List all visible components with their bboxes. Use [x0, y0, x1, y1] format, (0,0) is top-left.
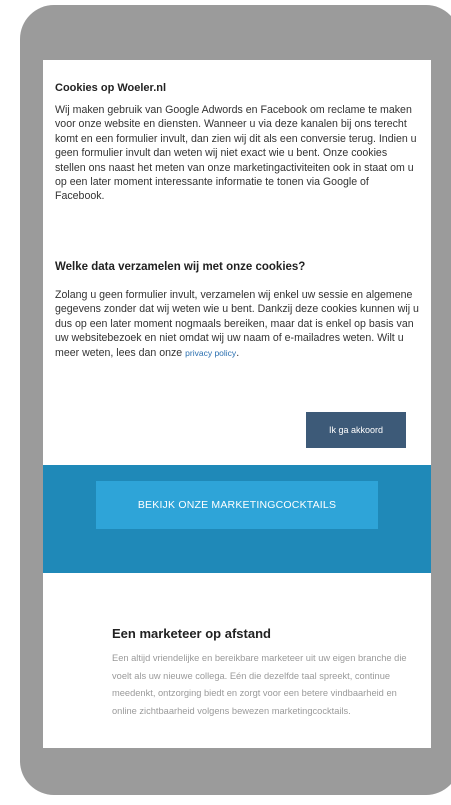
- cookie-data-heading: Welke data verzamelen wij met onze cooki…: [55, 261, 306, 273]
- privacy-policy-link[interactable]: privacy policy: [185, 348, 236, 358]
- cookie-modal-title: Cookies op Woeler.nl: [55, 82, 167, 94]
- cookie-intro-text: Wij maken gebruik van Google Adwords en …: [55, 104, 417, 203]
- cookie-data-end: .: [236, 346, 240, 359]
- section-text: Een altijd vriendelijke en bereikbare ma…: [112, 653, 407, 716]
- cta-banner: BEKIJK ONZE MARKETINGCOCKTAILS: [43, 465, 431, 573]
- cookie-data-text: Zolang u geen formulier invult, verzamel…: [55, 288, 419, 360]
- cookie-consent-modal: Cookies op Woeler.nl Wij maken gebruik v…: [43, 60, 431, 465]
- screen: Cookies op Woeler.nl Wij maken gebruik v…: [43, 60, 431, 748]
- view-marketing-cocktails-button[interactable]: BEKIJK ONZE MARKETINGCOCKTAILS: [96, 481, 378, 529]
- section-title: Een marketeer op afstand: [112, 626, 271, 641]
- accept-cookies-button[interactable]: Ik ga akkoord: [306, 412, 406, 448]
